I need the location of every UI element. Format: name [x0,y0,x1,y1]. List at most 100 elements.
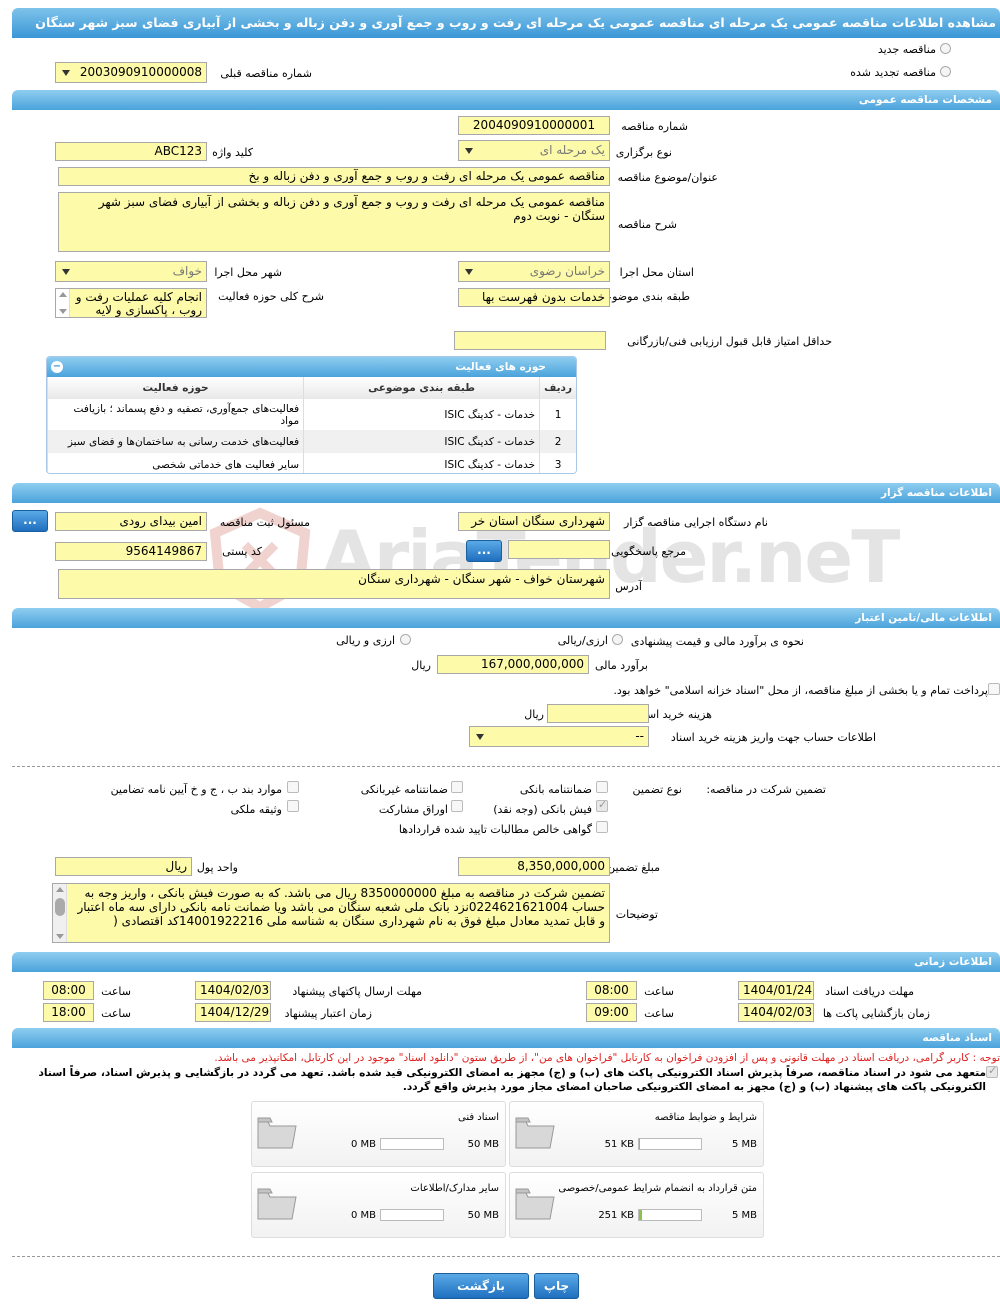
file-current-size: 0 MB [350,1139,376,1150]
guarantee-amount-label: مبلغ تضمین [607,861,660,874]
min-score-label: حداقل امتیاز قابل قبول ارزیابی فنی/بازرگ… [627,335,832,348]
guarantee-bonds-checkbox[interactable] [451,800,463,812]
subject-field[interactable]: مناقصه عمومی یک مرحله ای رفت و روب و جمع… [58,167,610,186]
renewed-tender-radio[interactable] [940,66,951,77]
file-name: شرایط و ضوابط مناقصه [654,1112,757,1123]
account-select[interactable]: -- [469,726,649,747]
back-button[interactable]: بازگشت [433,1273,529,1299]
desc-label: شرح مناقصه [617,218,677,231]
estimate-unit: ریال [411,659,431,672]
send-label: مهلت ارسال پاکتهای پیشنهاد [292,985,422,998]
city-select[interactable]: خواف [55,261,207,282]
registrar-more-button[interactable]: ... [12,510,48,532]
new-tender-label: مناقصه جدید [877,43,936,56]
address-field[interactable]: شهرستان خواف - شهر سنگان - شهرداری سنگان [58,569,610,599]
renewed-tender-label: مناقصه تجدید شده [850,66,936,79]
table-row[interactable]: 2 خدمات - کدینگ ISIC فعالیت‌های خدمت رسا… [47,430,576,453]
min-score-field[interactable] [454,331,606,350]
method-radio-1[interactable] [612,634,623,645]
file-progress [638,1138,702,1150]
receive-time[interactable]: 08:00 [586,981,637,1000]
estimate-label: برآورد مالی [595,659,648,672]
guarantee-property-checkbox[interactable] [287,800,299,812]
receive-time-label: ساعت [644,985,674,998]
activities-panel: حوزه های فعالیت − ردیف طبقه بندی موضوعی … [46,356,577,474]
type-select[interactable]: یک مرحله ای [458,140,610,161]
commit-checkbox[interactable]: ✓ [986,1064,998,1078]
folder-icon [257,1117,297,1149]
col-row: ردیف [539,377,576,399]
receive-date[interactable]: 1404/01/24 [738,981,814,1000]
desc-field[interactable]: مناقصه عمومی یک مرحله ای رفت و روب و جمع… [58,192,610,252]
guarantee-nonbank-checkbox[interactable] [451,781,463,793]
province-label: استان محل اجرا [619,266,694,279]
file-name: اسناد فنی [458,1112,499,1123]
estimate-field[interactable]: 167,000,000,000 [437,655,589,674]
currency-field[interactable]: ریال [55,857,192,876]
docs-section-header: اسناد مناقصه [12,1028,1000,1048]
file-current-size: 251 KB [598,1210,634,1221]
org-field[interactable]: شهرداری سنگان استان خر [458,512,610,531]
guarantee-claims-checkbox[interactable] [596,821,608,833]
method-radio-2[interactable] [400,634,411,645]
address-label: آدرس [615,580,642,593]
number-field[interactable]: 2004090910000001 [458,116,610,135]
currency-label: واحد پول [196,861,238,874]
file-card[interactable]: متن قرارداد به انضمام شرایط عمومی/خصوصی … [509,1172,764,1238]
print-button[interactable]: چاپ [534,1273,579,1299]
type-label: نوع برگزاری [615,146,672,159]
row-number: 3 [539,453,576,473]
guarantee-bank-checkbox[interactable] [596,781,608,793]
new-tender-radio[interactable] [940,43,951,54]
treasury-checkbox[interactable] [988,683,1000,695]
valid-time-label: ساعت [101,1007,131,1020]
row-number: 1 [539,399,576,430]
collapse-icon[interactable]: − [51,361,63,373]
send-date[interactable]: 1404/02/03 [195,981,271,1000]
postal-field[interactable]: 9564149867 [55,542,207,561]
file-card[interactable]: شرایط و ضوابط مناقصه 51 KB 5 MB [509,1101,764,1167]
guarantee-property-label: وثیقه ملکی [230,803,282,816]
category-field[interactable]: خدمات بدون فهرست بها [458,288,610,307]
file-progress [638,1209,702,1221]
row-area: فعالیت‌های جمع‌آوری، تصفیه و دفع پسماند … [47,399,304,430]
ref-field[interactable] [508,540,610,559]
category-label: طبقه بندی موضوعی [596,290,690,303]
registrar-field[interactable]: امین بیدای رودی [55,512,207,531]
scope-label: شرح کلی حوزه فعالیت [218,290,324,303]
valid-date[interactable]: 1404/12/29 [195,1003,271,1022]
ref-more-button[interactable]: ... [466,540,502,562]
table-row[interactable]: 3 خدمات - کدینگ ISIC سایر فعالیت های خدم… [47,453,576,473]
open-time[interactable]: 09:00 [586,1003,637,1022]
file-progress-fill [639,1139,640,1149]
prev-number-select[interactable]: 2003090910000008 [55,62,207,83]
file-max-size: 5 MB [731,1139,757,1150]
file-max-size: 50 MB [467,1139,499,1150]
doc-fee-field[interactable] [547,704,649,723]
file-current-size: 51 KB [604,1139,634,1150]
file-max-size: 50 MB [467,1210,499,1221]
send-time[interactable]: 08:00 [43,981,94,1000]
number-label: شماره مناقصه [621,120,688,133]
doc-fee-unit: ریال [524,708,544,721]
table-row[interactable]: 1 خدمات - کدینگ ISIC فعالیت‌های جمع‌آوری… [47,399,576,430]
valid-label: زمان اعتبار پیشنهاد [284,1007,372,1020]
file-card[interactable]: اسناد فنی 0 MB 50 MB [251,1101,506,1167]
guarantee-cash-checkbox[interactable]: ✓ [596,798,608,812]
scope-field[interactable]: انجام کلیه عملیات رفت و روب ، پاکسازی و … [55,288,207,318]
province-select[interactable]: خراسان رضوی [458,261,610,282]
file-current-size: 0 MB [350,1210,376,1221]
valid-time[interactable]: 18:00 [43,1003,94,1022]
row-category: خدمات - کدینگ ISIC [303,399,540,430]
file-card[interactable]: سایر مدارک/اطلاعات 0 MB 50 MB [251,1172,506,1238]
open-date[interactable]: 1404/02/03 [738,1003,814,1022]
guarantee-clause-checkbox[interactable] [287,781,299,793]
activities-table: ردیف طبقه بندی موضوعی حوزه فعالیت 1 خدما… [47,377,576,473]
open-time-label: ساعت [644,1007,674,1020]
org-label: نام دستگاه اجرایی مناقصه گزار [624,516,768,529]
method-label: نحوه ی برآورد مالی و قیمت پیشنهادی [630,635,804,648]
keyword-field[interactable]: ABC123 [55,142,207,161]
notes-field[interactable]: تضمین شرکت در مناقصه به مبلغ 8350000000 … [52,883,610,943]
guarantee-amount-field[interactable]: 8,350,000,000 [458,857,610,876]
page-title: مشاهده اطلاعات مناقصه عمومی یک مرحله ای … [12,8,1000,38]
